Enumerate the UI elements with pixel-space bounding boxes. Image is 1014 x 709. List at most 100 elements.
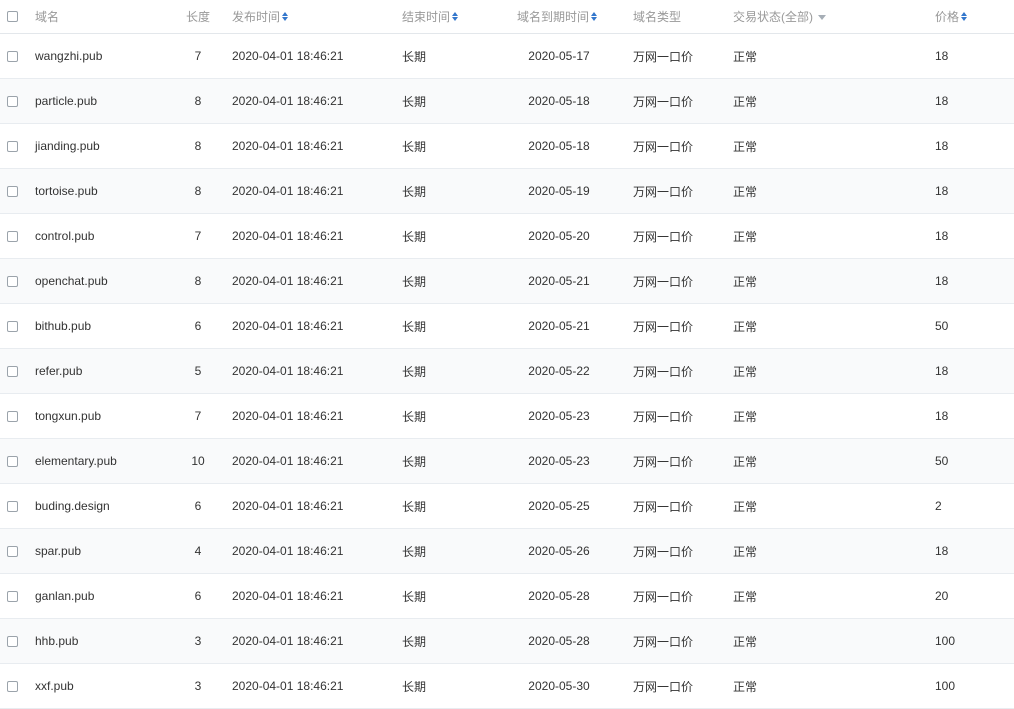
status-cell-text: 正常	[733, 49, 758, 64]
length-cell: 8	[178, 169, 218, 213]
table-row[interactable]: spar.pub 4 2020-04-01 18:46:21 长期 2020-05-26…	[0, 529, 1014, 574]
header-end-time[interactable]: 结束时间	[402, 0, 459, 33]
table-row[interactable]: elementary.pub 10 2020-04-01 18:46:21 长期 202…	[0, 439, 1014, 484]
end-time-cell: 长期	[402, 169, 426, 213]
end-time-cell: 长期	[402, 349, 426, 393]
end-time-cell: 长期	[402, 484, 426, 528]
publish-time-cell: 2020-04-01 18:46:21	[232, 34, 343, 78]
publish-time-cell-text: 2020-04-01 18:46:21	[232, 679, 344, 693]
end-time-cell-text: 长期	[402, 364, 427, 379]
table-row[interactable]: tongxun.pub 7 2020-04-01 18:46:21 长期 2020-05…	[0, 394, 1014, 439]
table-row[interactable]: ganlan.pub 6 2020-04-01 18:46:21 长期 2020-05-…	[0, 574, 1014, 619]
publish-time-cell-text: 2020-04-01 18:46:21	[232, 319, 344, 333]
table-row[interactable]: control.pub 7 2020-04-01 18:46:21 长期 2020-05…	[0, 214, 1014, 259]
table-row[interactable]: hhb.pub 3 2020-04-01 18:46:21 长期 2020-05-28 万…	[0, 619, 1014, 664]
table-row[interactable]: tortoise.pub 8 2020-04-01 18:46:21 长期 2020-0…	[0, 169, 1014, 214]
domain-type-cell-text: 万网一口价	[633, 274, 694, 289]
expire-time-cell: 2020-05-21	[519, 304, 599, 348]
domain-cell-text: bithub.pub	[35, 319, 92, 333]
price-cell: 18	[935, 169, 948, 213]
status-cell-text: 正常	[733, 544, 758, 559]
row-checkbox[interactable]	[7, 275, 18, 287]
price-cell-text: 20	[935, 589, 949, 603]
row-checkbox[interactable]	[7, 230, 18, 242]
sort-icon[interactable]	[282, 12, 289, 21]
length-cell-text: 3	[194, 679, 202, 693]
domain-type-cell: 万网一口价	[633, 124, 693, 168]
domain-cell: hhb.pub	[35, 619, 78, 663]
domain-cell: spar.pub	[35, 529, 81, 573]
row-checkbox[interactable]	[7, 95, 18, 107]
row-checkbox[interactable]	[7, 365, 18, 377]
publish-time-cell: 2020-04-01 18:46:21	[232, 214, 343, 258]
header-price[interactable]: 价格	[935, 0, 968, 33]
publish-time-cell-text: 2020-04-01 18:46:21	[232, 409, 344, 423]
row-checkbox[interactable]	[7, 185, 18, 197]
status-cell: 正常	[733, 34, 757, 78]
header-expire-time[interactable]: 域名到期时间	[517, 0, 598, 33]
expire-time-cell-text: 2020-05-26	[528, 544, 590, 558]
publish-time-cell: 2020-04-01 18:46:21	[232, 394, 343, 438]
end-time-cell: 长期	[402, 34, 426, 78]
status-cell-text: 正常	[733, 364, 758, 379]
row-checkbox[interactable]	[7, 635, 18, 647]
table-row[interactable]: wangzhi.pub 7 2020-04-01 18:46:21 长期 2020-05…	[0, 34, 1014, 79]
header-domain: 域名	[35, 0, 59, 33]
publish-time-cell: 2020-04-01 18:46:21	[232, 124, 343, 168]
domain-type-cell: 万网一口价	[633, 529, 693, 573]
row-checkbox[interactable]	[7, 410, 18, 422]
status-cell-text: 正常	[733, 499, 758, 514]
domain-cell-text: control.pub	[35, 229, 95, 243]
row-checkbox[interactable]	[7, 320, 18, 332]
end-time-cell: 长期	[402, 304, 426, 348]
table-header: 域名 长度 发布时间 结束时间 域名到期时间 域名类型 交易状态(全部) 价格	[0, 0, 1014, 34]
publish-time-cell: 2020-04-01 18:46:21	[232, 529, 343, 573]
end-time-cell: 长期	[402, 574, 426, 618]
table-row[interactable]: openchat.pub 8 2020-04-01 18:46:21 长期 2020-0…	[0, 259, 1014, 304]
row-checkbox[interactable]	[7, 545, 18, 557]
row-checkbox[interactable]	[7, 500, 18, 512]
header-trade-status[interactable]: 交易状态(全部)	[733, 0, 826, 33]
sort-icon[interactable]	[961, 12, 968, 21]
expire-time-cell-text: 2020-05-21	[528, 274, 590, 288]
sort-icon[interactable]	[452, 12, 459, 21]
publish-time-cell: 2020-04-01 18:46:21	[232, 259, 343, 303]
table-row[interactable]: particle.pub 8 2020-04-01 18:46:21 长期 2020-0…	[0, 79, 1014, 124]
domain-type-cell: 万网一口价	[633, 34, 693, 78]
select-all-checkbox[interactable]	[7, 11, 18, 22]
publish-time-cell-text: 2020-04-01 18:46:21	[232, 184, 344, 198]
price-cell-text: 18	[935, 274, 949, 288]
expire-time-cell: 2020-05-28	[519, 619, 599, 663]
header-publish-time[interactable]: 发布时间	[232, 0, 289, 33]
length-cell: 7	[178, 34, 218, 78]
table-row[interactable]: jianding.pub 8 2020-04-01 18:46:21 长期 2020-0…	[0, 124, 1014, 169]
row-checkbox[interactable]	[7, 590, 18, 602]
row-checkbox[interactable]	[7, 50, 18, 62]
price-cell: 18	[935, 214, 948, 258]
sort-icon[interactable]	[591, 12, 598, 21]
row-checkbox[interactable]	[7, 455, 18, 467]
table-row[interactable]: bithub.pub 6 2020-04-01 18:46:21 长期 2020-05-…	[0, 304, 1014, 349]
end-time-cell: 长期	[402, 259, 426, 303]
status-cell-text: 正常	[733, 184, 758, 199]
domain-cell-text: jianding.pub	[35, 139, 100, 153]
row-select-cell	[7, 439, 19, 483]
chevron-down-icon[interactable]	[818, 14, 826, 20]
header-domain-type-label: 域名类型	[633, 10, 682, 24]
header-length: 长度	[186, 0, 210, 33]
header-expire-time-label: 域名到期时间	[517, 10, 590, 24]
header-end-time-label: 结束时间	[402, 10, 451, 24]
row-checkbox[interactable]	[7, 140, 18, 152]
publish-time-cell: 2020-04-01 18:46:21	[232, 169, 343, 213]
row-checkbox[interactable]	[7, 680, 18, 692]
table-row[interactable]: refer.pub 5 2020-04-01 18:46:21 长期 2020-05-2…	[0, 349, 1014, 394]
expire-time-cell: 2020-05-26	[519, 529, 599, 573]
price-cell-text: 18	[935, 409, 949, 423]
domain-type-cell-text: 万网一口价	[633, 409, 694, 424]
domain-cell-text: spar.pub	[35, 544, 82, 558]
table-row[interactable]: buding.design 6 2020-04-01 18:46:21 长期 2020-…	[0, 484, 1014, 529]
end-time-cell-text: 长期	[402, 409, 427, 424]
table-row[interactable]: xxf.pub 3 2020-04-01 18:46:21 长期 2020-05-30 万…	[0, 664, 1014, 709]
domain-cell-text: particle.pub	[35, 94, 98, 108]
row-select-cell	[7, 124, 19, 168]
